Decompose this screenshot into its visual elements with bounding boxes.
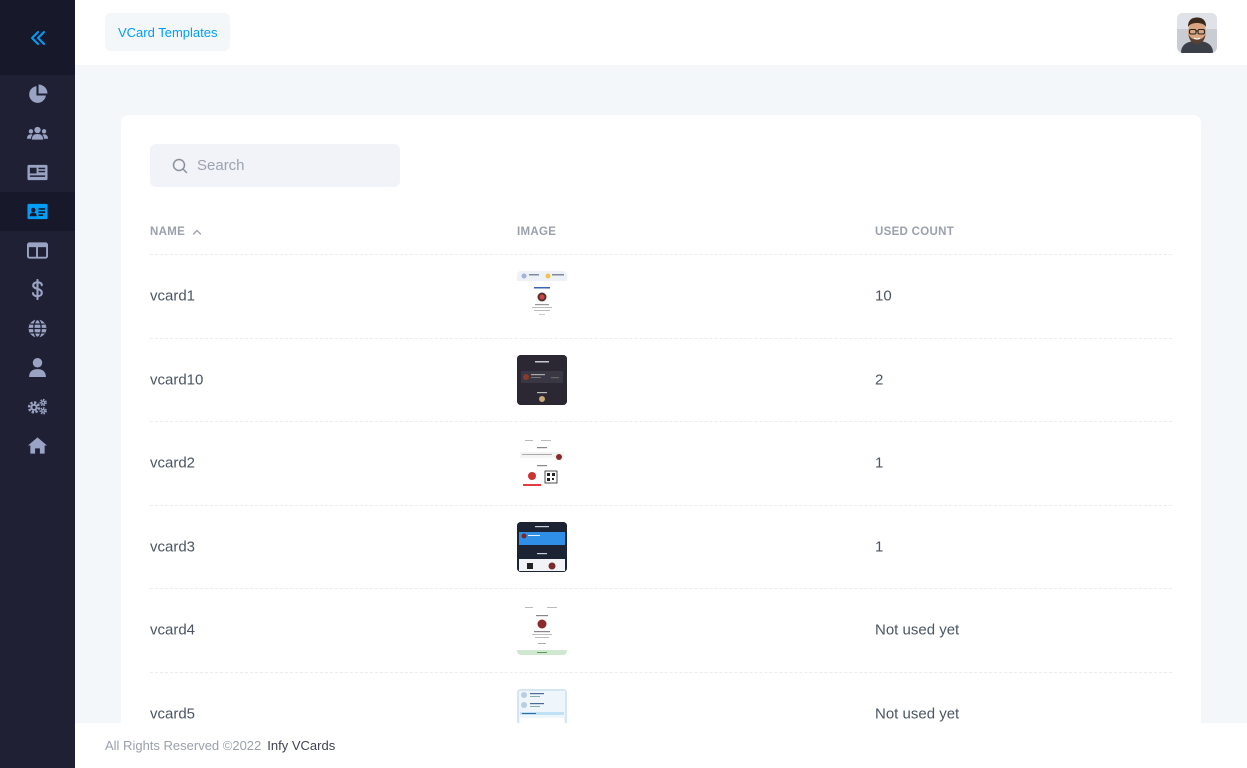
sidebar-item-users[interactable] <box>0 114 75 153</box>
home-icon <box>27 437 48 454</box>
sidebar-collapse-button[interactable] <box>24 24 52 52</box>
newspaper-icon <box>27 164 48 181</box>
table-row: vcard4 Not used yet <box>150 589 1172 673</box>
table-row: vcard2 1 <box>150 422 1172 506</box>
column-header-name-label: NAME <box>150 226 186 238</box>
user-avatar-image <box>1177 13 1217 53</box>
template-thumbnail[interactable] <box>517 605 567 656</box>
footer: All Rights Reserved ©2022 Infy VCards <box>75 723 1247 768</box>
sidebar-item-vcards[interactable] <box>0 153 75 192</box>
template-name: vcard1 <box>150 287 196 305</box>
template-name: vcard4 <box>150 621 196 639</box>
template-thumbnail[interactable] <box>517 438 567 489</box>
sidebar-item-home[interactable] <box>0 426 75 465</box>
template-name: vcard10 <box>150 371 204 389</box>
vcard-preview-image <box>517 271 567 322</box>
table-row: vcard3 1 <box>150 506 1172 589</box>
template-thumbnail[interactable] <box>517 354 567 405</box>
dollar-icon <box>31 279 43 300</box>
used-count: Not used yet <box>875 705 960 723</box>
used-count: 2 <box>875 371 884 389</box>
sidebar-item-layouts[interactable] <box>0 231 75 270</box>
footer-copyright: All Rights Reserved ©2022 <box>105 738 262 753</box>
avatar[interactable] <box>1177 13 1217 53</box>
footer-brand-link[interactable]: Infy VCards <box>267 738 335 753</box>
layout-icon <box>27 242 48 259</box>
vcard-preview-image <box>517 521 567 572</box>
template-name: vcard5 <box>150 705 196 723</box>
user-icon <box>29 358 46 377</box>
column-header-image: IMAGE <box>517 226 557 238</box>
pie-chart-icon <box>29 84 48 103</box>
globe-icon <box>28 318 47 339</box>
sidebar-nav <box>0 75 75 465</box>
sidebar-item-profile[interactable] <box>0 348 75 387</box>
table-header: NAME IMAGE USED COUNT <box>150 210 1172 255</box>
sidebar <box>0 0 75 768</box>
sidebar-item-dashboard[interactable] <box>0 75 75 114</box>
template-name: vcard3 <box>150 538 196 556</box>
template-thumbnail[interactable] <box>517 521 567 572</box>
sort-ascending-icon <box>192 229 202 235</box>
search-box[interactable] <box>150 144 400 187</box>
id-card-icon <box>27 203 48 220</box>
vcard-preview-image <box>517 605 567 656</box>
sidebar-item-vcard-templates[interactable] <box>0 192 75 231</box>
sidebar-item-settings[interactable] <box>0 387 75 426</box>
top-header: VCard Templates <box>75 0 1247 65</box>
column-header-name[interactable]: NAME <box>150 226 202 238</box>
vcard-preview-image <box>517 354 567 405</box>
search-icon <box>172 158 188 173</box>
used-count: 1 <box>875 454 884 472</box>
template-thumbnail[interactable] <box>517 271 567 322</box>
table-row: vcard10 2 <box>150 339 1172 422</box>
gears-icon <box>27 398 47 415</box>
header-tab-vcard-templates[interactable]: VCard Templates <box>105 13 231 51</box>
used-count: 10 <box>875 287 892 305</box>
double-chevron-left-icon <box>30 30 45 45</box>
table-row: vcard1 10 <box>150 255 1172 339</box>
sidebar-header <box>0 0 75 75</box>
search-input[interactable] <box>197 157 387 174</box>
sidebar-item-countries[interactable] <box>0 309 75 348</box>
users-icon <box>27 126 48 140</box>
template-name: vcard2 <box>150 454 196 472</box>
column-header-used-count[interactable]: USED COUNT <box>875 226 954 238</box>
used-count: 1 <box>875 538 884 556</box>
sidebar-item-plans[interactable] <box>0 270 75 309</box>
templates-table: NAME IMAGE USED COUNT vcard1 10 vcard10 … <box>150 210 1172 735</box>
used-count: Not used yet <box>875 621 960 639</box>
vcard-preview-image <box>517 438 567 489</box>
templates-card: NAME IMAGE USED COUNT vcard1 <box>121 115 1201 735</box>
